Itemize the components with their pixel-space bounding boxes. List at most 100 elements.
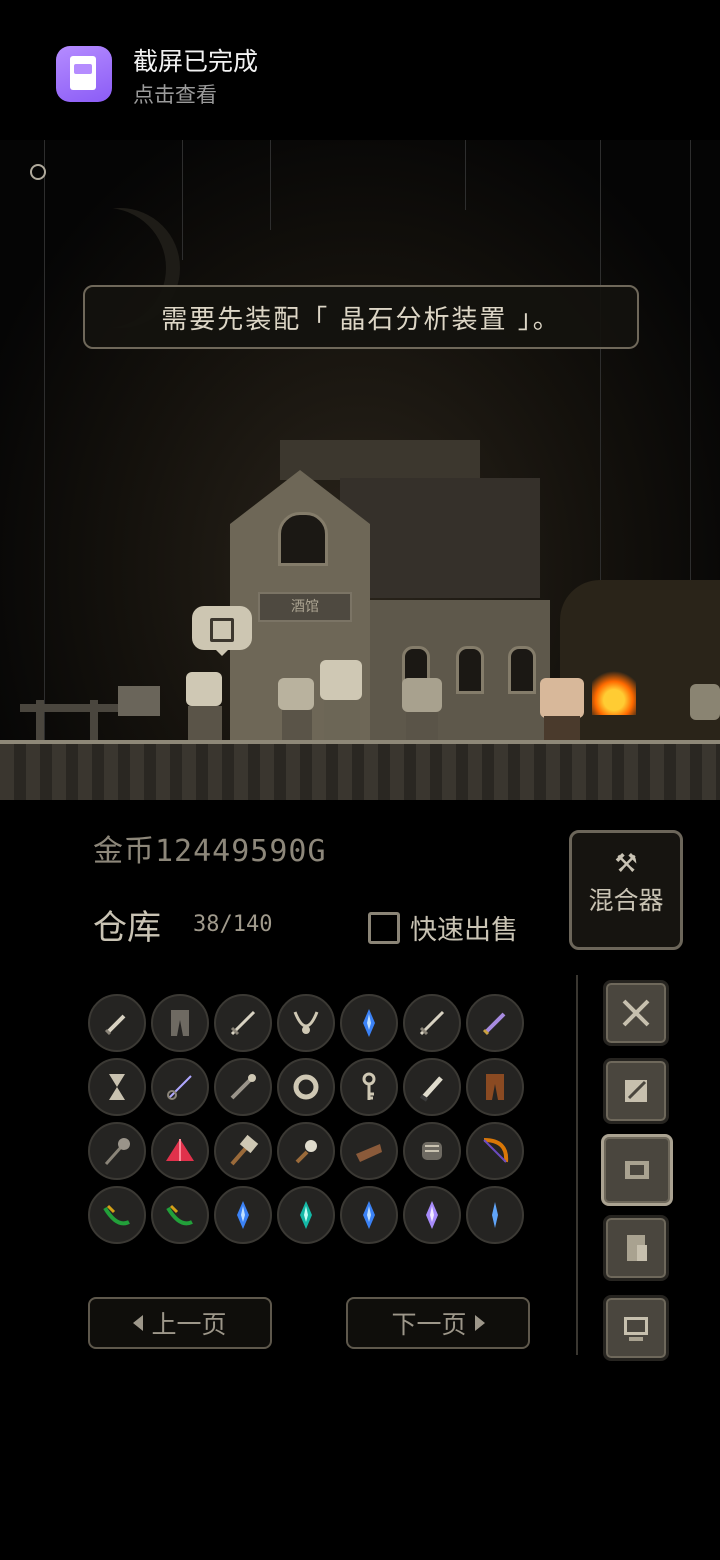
inventory-slot[interactable]	[277, 1058, 335, 1116]
staff-icon	[230, 1074, 256, 1100]
inventory-slot[interactable]	[214, 1186, 272, 1244]
inventory-grid	[88, 994, 528, 1244]
npc-head[interactable]	[320, 660, 362, 700]
necklace-icon	[293, 1011, 319, 1034]
green-bow-icon	[103, 1204, 130, 1226]
inventory-slot[interactable]	[214, 994, 272, 1052]
inventory-slot[interactable]	[88, 1122, 146, 1180]
divider	[576, 975, 578, 1355]
pants-icon	[171, 1010, 189, 1036]
inventory-slot[interactable]	[466, 1058, 524, 1116]
window	[456, 646, 484, 694]
inventory-slot[interactable]	[88, 1186, 146, 1244]
violet-crystal-icon	[426, 1201, 438, 1229]
speech-bubble[interactable]	[192, 606, 252, 656]
inventory-slot[interactable]	[151, 1058, 209, 1116]
rapier-icon	[167, 1075, 192, 1100]
inventory-slot[interactable]	[88, 1058, 146, 1116]
sword-icon	[419, 1010, 445, 1036]
tavern-sign: 酒馆	[258, 592, 352, 622]
npc-body[interactable]	[188, 706, 222, 740]
npc-head[interactable]	[402, 678, 442, 712]
inventory-slot[interactable]	[340, 994, 398, 1052]
npc-body[interactable]	[282, 710, 312, 740]
swords-icon	[622, 999, 650, 1027]
inventory-slot[interactable]	[277, 1122, 335, 1180]
ring-icon	[293, 1074, 319, 1100]
side-tab-weapons[interactable]	[603, 980, 669, 1046]
inventory-slot[interactable]	[214, 1122, 272, 1180]
window	[278, 512, 328, 566]
blue-shard-icon	[492, 1202, 498, 1228]
bow-icon	[483, 1138, 509, 1163]
arrow-left-icon	[133, 1315, 144, 1331]
inventory-slot[interactable]	[403, 1058, 461, 1116]
fence-post	[90, 700, 98, 740]
npc-head[interactable]	[690, 684, 720, 720]
inventory-slot[interactable]	[277, 994, 335, 1052]
hammer-icon	[230, 1134, 259, 1166]
purple-dagger-icon	[482, 1012, 506, 1036]
warehouse-capacity: 38/140	[193, 912, 273, 937]
inventory-slot[interactable]	[151, 1122, 209, 1180]
inventory-slot[interactable]	[403, 994, 461, 1052]
gauntlet-icon	[422, 1142, 442, 1160]
window	[508, 646, 536, 694]
key-icon	[362, 1072, 376, 1100]
blue-crystal-icon	[363, 1201, 375, 1229]
npc-body[interactable]	[324, 700, 360, 740]
knife-icon	[419, 1076, 443, 1102]
notification-subtitle[interactable]: 点击查看	[133, 79, 217, 109]
side-tab-document[interactable]	[603, 1215, 669, 1281]
mailbox[interactable]	[118, 686, 160, 716]
blue-crystal-icon	[237, 1201, 249, 1229]
inventory-slot[interactable]	[151, 1186, 209, 1244]
inventory-slot[interactable]	[340, 1122, 398, 1180]
inventory-slot[interactable]	[277, 1186, 335, 1244]
campfire	[592, 665, 636, 715]
npc-head[interactable]	[186, 672, 222, 706]
scroll-icon	[625, 1080, 647, 1102]
side-tab-armor[interactable]	[601, 1134, 673, 1206]
wrench-icon: ⚒	[614, 849, 638, 879]
inventory-slot[interactable]	[88, 994, 146, 1052]
gold-counter: 金币12449590G	[93, 834, 327, 869]
inventory-slot[interactable]	[340, 1058, 398, 1116]
prev-page-button[interactable]: 上一页	[88, 1297, 272, 1349]
inventory-slot[interactable]	[403, 1186, 461, 1244]
inventory-slot[interactable]	[151, 994, 209, 1052]
side-tab-scroll[interactable]	[603, 1058, 669, 1124]
inventory-slot[interactable]	[403, 1122, 461, 1180]
roof-side	[340, 478, 540, 598]
warehouse-title: 仓库	[93, 908, 161, 948]
inventory-slot[interactable]	[340, 1186, 398, 1244]
computer-icon	[624, 1317, 648, 1341]
npc-body[interactable]	[544, 716, 580, 740]
mixer-label: 混合器	[588, 886, 664, 915]
mixer-button[interactable]: ⚒ 混合器	[569, 830, 683, 950]
npc-body[interactable]	[406, 712, 438, 740]
green-bow-icon	[166, 1204, 193, 1226]
document-icon	[627, 1235, 647, 1261]
quick-sell-label: 快速出售	[410, 915, 518, 946]
hud-circle-icon[interactable]	[30, 164, 46, 180]
inventory-slot[interactable]	[466, 1186, 524, 1244]
side-tab-computer[interactable]	[603, 1295, 669, 1361]
morningstar-icon	[295, 1140, 317, 1164]
notification-title[interactable]: 截屏已完成	[133, 42, 258, 78]
next-page-button[interactable]: 下一页	[346, 1297, 530, 1349]
screenshot-icon[interactable]	[56, 46, 112, 102]
armor-icon	[625, 1161, 649, 1179]
bracer-icon	[356, 1144, 382, 1162]
red-pyramid-icon	[166, 1139, 194, 1161]
quick-sell-toggle[interactable]: 快速出售	[368, 908, 518, 947]
npc-head[interactable]	[278, 678, 314, 710]
npc-head[interactable]	[540, 678, 584, 718]
inventory-slot[interactable]	[214, 1058, 272, 1116]
mace-icon	[104, 1138, 130, 1165]
inventory-slot[interactable]	[466, 1122, 524, 1180]
checkbox-icon[interactable]	[368, 911, 400, 944]
inventory-slot[interactable]	[466, 994, 524, 1052]
dagger-icon	[104, 1014, 126, 1036]
blue-crystal-icon	[363, 1009, 375, 1037]
